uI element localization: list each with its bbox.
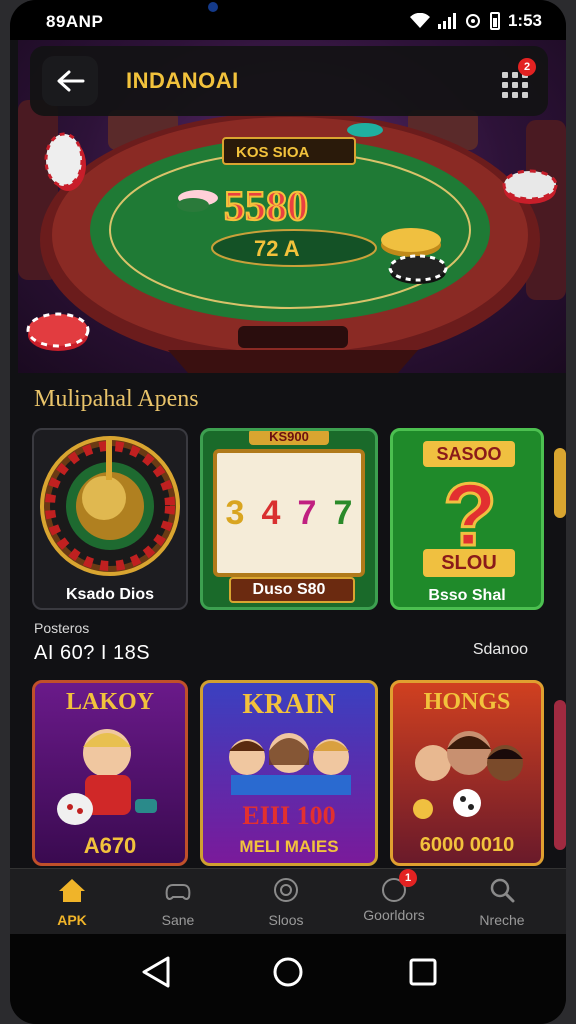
- game-title: LAKOY: [65, 689, 154, 715]
- game-bottom-label: 6000 0010: [419, 834, 515, 856]
- signal-icon: [437, 13, 456, 29]
- featured-tile-slots[interactable]: KS900 3 4 7 7 Duso S80: [200, 428, 378, 610]
- back-button[interactable]: [42, 56, 98, 106]
- nav-item-goorldors[interactable]: 1 Goorldors: [344, 869, 444, 923]
- nav-label: Goorldors: [363, 907, 425, 923]
- nav-item-nreche[interactable]: Nreche: [452, 877, 552, 928]
- nav-item-apk[interactable]: APK: [22, 877, 122, 928]
- nav-label: APK: [57, 912, 87, 928]
- notification-badge: 2: [518, 58, 536, 76]
- svg-text:?: ?: [443, 467, 497, 557]
- group-characters-illustration: [229, 733, 351, 795]
- game-title: HONGS: [423, 689, 511, 715]
- question-mark-icon: ?: [442, 467, 499, 557]
- app-bar: INDANOAI 2: [30, 46, 548, 116]
- settings-icon: [465, 14, 480, 28]
- controller-icon: [165, 884, 191, 900]
- chip-stack-black: [388, 254, 448, 284]
- featured-tile-peek[interactable]: [554, 448, 566, 518]
- mystery-top-label: SASOO: [423, 441, 515, 467]
- notch: [168, 0, 408, 30]
- game-mid-label: EIII 100: [242, 801, 336, 830]
- list-count: AI 60? I 18S: [34, 642, 151, 664]
- game-tile-krain[interactable]: KRAIN EIII 100 MELI MAIES: [200, 680, 378, 866]
- nav-item-sane[interactable]: Sane: [128, 877, 228, 928]
- grid-icon: [502, 72, 528, 98]
- bottom-navigation: APK Sane Sloos 1 Goorldors Nreche: [10, 868, 566, 934]
- back-triangle-icon[interactable]: [142, 956, 170, 988]
- chip-stack-gold: [381, 228, 441, 257]
- see-all-link[interactable]: Sdanoo: [473, 641, 528, 659]
- reel-symbol: 7: [297, 493, 317, 532]
- featured-tile-label: Ksado Dios: [65, 586, 154, 603]
- nav-label: Nreche: [479, 912, 525, 928]
- game-title: KRAIN: [242, 689, 336, 720]
- nav-item-sloos[interactable]: Sloos: [236, 877, 336, 928]
- game-bottom-label: A670: [83, 833, 137, 858]
- search-icon: [490, 878, 515, 903]
- wifi-icon: [409, 13, 430, 28]
- game-tile-lakoy[interactable]: LAKOY A670: [32, 680, 188, 866]
- featured-tile-label: Duso S80: [252, 581, 326, 598]
- pot-amount: 72 A: [254, 236, 300, 261]
- list-caption: Posteros: [34, 620, 90, 636]
- apps-menu-button[interactable]: 2: [498, 58, 536, 98]
- reel-symbol: 3: [225, 493, 245, 532]
- battery-icon: [489, 12, 500, 30]
- section-title: Mulipahal Apens: [34, 386, 199, 412]
- camera: [208, 2, 218, 12]
- chip-stack-red-left: [26, 312, 90, 351]
- reel-symbol: 4: [261, 493, 281, 532]
- clock: 1:53: [507, 11, 542, 30]
- nav-label: Sane: [161, 912, 195, 928]
- featured-tile-label: Bsso Shal: [428, 587, 506, 604]
- system-navigation-bar: [10, 934, 566, 1024]
- reel-symbol: 7: [333, 493, 353, 532]
- home-icon: [59, 879, 85, 902]
- phone-frame: 89ANP 1:53 5580 72 A KOS SIOA INDANOAI 2…: [10, 0, 566, 1024]
- recents-square-icon[interactable]: [409, 958, 437, 986]
- coin-icon: [274, 878, 298, 902]
- nav-label: Sloos: [268, 912, 304, 928]
- home-circle-icon[interactable]: [273, 957, 303, 987]
- carrier-label: 89ANP: [46, 12, 104, 31]
- game-bottom-label: MELI MAIES: [239, 837, 339, 856]
- featured-tile-mystery[interactable]: SASOO ? SLOU Bsso Shal: [390, 428, 544, 610]
- slot-reels: 3 4 7 7: [213, 449, 365, 577]
- game-tile-peek[interactable]: [554, 700, 566, 850]
- nav-badge: 1: [399, 869, 417, 887]
- game-tile-hongs[interactable]: HONGS 6000 0010: [390, 680, 544, 866]
- chip-stack-red-right: [502, 169, 558, 204]
- page-title: INDANOAI: [126, 68, 239, 93]
- roulette-wheel-icon: [40, 436, 180, 576]
- arrow-left-icon: [57, 70, 85, 92]
- cartoon-boy-illustration: [57, 729, 157, 825]
- plaque-label: KOS SIOA: [236, 144, 310, 161]
- jackpot-number: 5580: [224, 184, 308, 230]
- featured-tile-roulette[interactable]: Ksado Dios: [32, 428, 188, 610]
- slots-banner: KS900: [249, 431, 329, 445]
- friends-illustration: [413, 731, 523, 819]
- mystery-bottom-label: SLOU: [423, 549, 515, 577]
